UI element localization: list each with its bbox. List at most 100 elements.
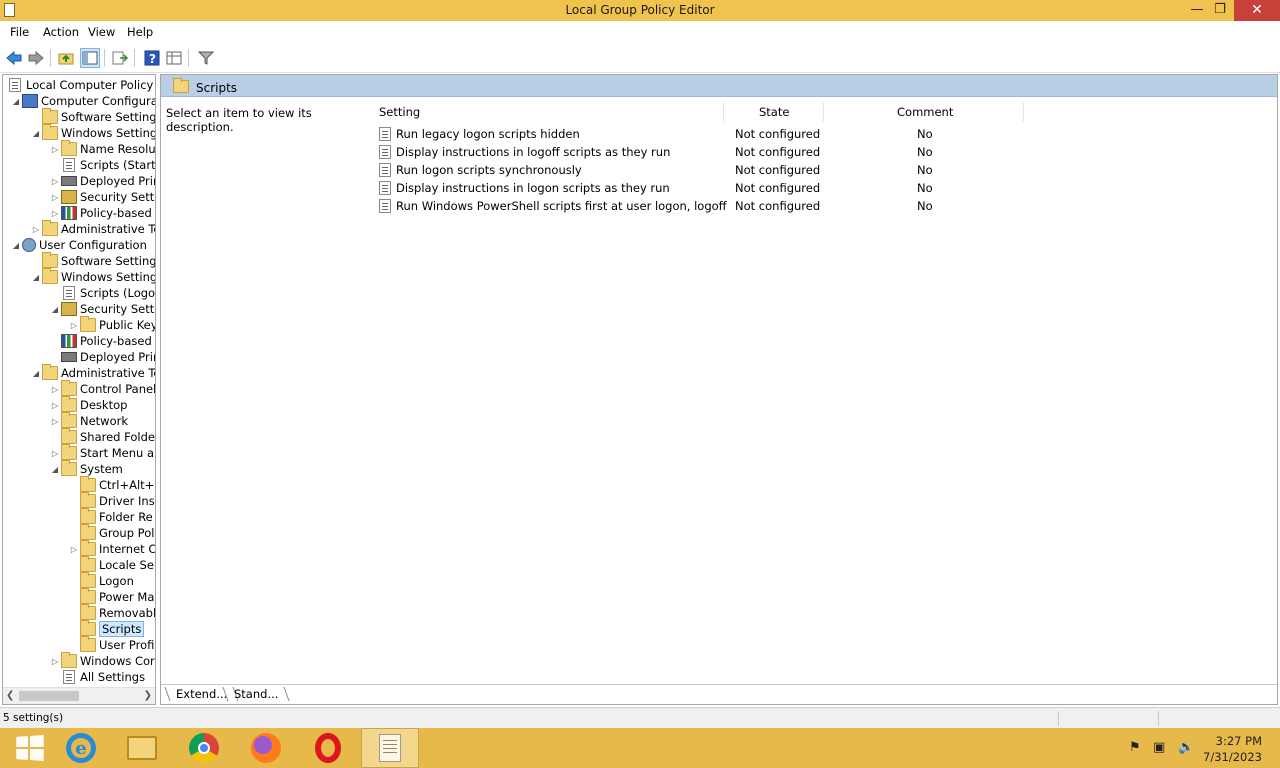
tree-item-computer-configuration[interactable]: ◢ Computer Configurat: [11, 93, 156, 109]
tree-item-deployed-printers[interactable]: Deployed Prir: [50, 349, 155, 365]
tree-item-policy-based[interactable]: Policy-based: [50, 333, 152, 349]
chrome-icon[interactable]: [175, 728, 233, 768]
tree-item-administrative-templates[interactable]: ▷ Administrative Te: [31, 220, 155, 237]
tree-item-local-computer-policy[interactable]: Local Computer Policy: [6, 77, 153, 93]
tree-item-windows-components[interactable]: ▷ Windows Cor: [50, 652, 155, 669]
tree-item-label: Computer Configurat: [41, 94, 156, 108]
menu-view[interactable]: View: [88, 25, 115, 39]
table-row[interactable]: Display instructions in logoff scripts a…: [379, 143, 959, 161]
scroll-right-icon[interactable]: ❯: [144, 690, 152, 701]
collapse-arrow-icon[interactable]: ◢: [11, 240, 21, 250]
menu-action[interactable]: Action: [43, 25, 79, 39]
tree-item-all-settings[interactable]: All Settings: [50, 669, 145, 685]
tree-item-name-resolution[interactable]: ▷ Name Resolu: [50, 140, 155, 157]
collapse-arrow-icon[interactable]: ◢: [31, 272, 41, 282]
tree-item-administrative-templates[interactable]: ◢ Administrative Te: [31, 364, 155, 381]
restore-icon[interactable]: ❐: [1205, 0, 1235, 21]
close-icon[interactable]: ✕: [1234, 0, 1280, 21]
tree-item-label: Deployed Prir: [80, 174, 156, 188]
column-header-state[interactable]: State: [759, 105, 789, 119]
tree-item-security-settings[interactable]: ▷ Security Settir: [50, 189, 155, 205]
column-header-setting[interactable]: Setting: [379, 105, 420, 119]
up-folder-icon[interactable]: [56, 48, 76, 68]
windows-start-icon[interactable]: [0, 728, 58, 768]
tree-item-deployed-printers[interactable]: ▷ Deployed Prir: [50, 173, 156, 189]
table-row[interactable]: Run Windows PowerShell scripts first at …: [379, 197, 959, 215]
tree-item-internet-communication[interactable]: ▷ Internet C: [69, 540, 155, 557]
tree-item-driver-installation[interactable]: Driver Ins: [69, 492, 155, 509]
show-hide-tree-icon[interactable]: [80, 48, 100, 68]
opera-icon[interactable]: [299, 728, 357, 768]
tree-item-scripts[interactable]: Scripts: [69, 620, 145, 637]
tree-item-public-key[interactable]: ▷ Public Key: [69, 316, 155, 333]
action-center-flag-icon[interactable]: ⚑: [1129, 740, 1141, 755]
firefox-icon[interactable]: [237, 728, 295, 768]
expand-arrow-icon[interactable]: ▷: [50, 176, 60, 186]
tree-item-locale-services[interactable]: Locale Se: [69, 556, 154, 573]
menu-file[interactable]: File: [10, 25, 29, 39]
collapse-arrow-icon[interactable]: ◢: [50, 464, 60, 474]
tree-item-scripts-startup[interactable]: Scripts (Startu: [50, 157, 155, 173]
tree-item-network[interactable]: ▷ Network: [50, 412, 128, 429]
tree-item-control-panel[interactable]: ▷ Control Panel: [50, 380, 155, 397]
tree-item-scripts-logon[interactable]: Scripts (Logor: [50, 285, 155, 301]
table-row[interactable]: Run legacy logon scripts hidden Not conf…: [379, 125, 959, 143]
system-clock[interactable]: 3:27 PM 7/31/2023: [1203, 733, 1262, 765]
tree-horizontal-scrollbar[interactable]: ❮ ❯: [3, 687, 155, 704]
tree-item-desktop[interactable]: ▷ Desktop: [50, 396, 127, 413]
collapse-arrow-icon[interactable]: ◢: [31, 368, 41, 378]
column-header-comment[interactable]: Comment: [897, 105, 953, 119]
expand-arrow-icon[interactable]: ▷: [69, 544, 79, 554]
volume-muted-icon[interactable]: 🔈: [1178, 740, 1194, 755]
tab-standard[interactable]: Stand...: [222, 687, 290, 701]
menu-help[interactable]: Help: [127, 25, 153, 39]
tree-item-policy-based[interactable]: ▷ Policy-based: [50, 205, 152, 221]
tree-item-shared-folders[interactable]: Shared Folde: [50, 428, 155, 445]
back-arrow-icon[interactable]: [4, 48, 24, 68]
extended-view-icon[interactable]: [164, 48, 184, 68]
collapse-arrow-icon[interactable]: ◢: [31, 128, 41, 138]
tree-item-security-settings[interactable]: ◢ Security Settir: [50, 301, 155, 317]
internet-explorer-icon[interactable]: e: [52, 728, 110, 768]
expand-arrow-icon[interactable]: ▷: [50, 144, 60, 154]
expand-arrow-icon[interactable]: ▷: [50, 384, 60, 394]
tree-item-windows-settings[interactable]: ◢ Windows Setting: [31, 124, 155, 141]
tree-item-start-menu[interactable]: ▷ Start Menu ar: [50, 444, 155, 461]
notepad-icon[interactable]: [361, 728, 419, 768]
expand-arrow-icon[interactable]: ▷: [31, 224, 41, 234]
tree-item-label: Folder Re: [99, 510, 153, 524]
tree-item-removable-storage[interactable]: Removabl: [69, 604, 155, 621]
tree-item-user-profiles[interactable]: User Profi: [69, 636, 154, 653]
expand-arrow-icon[interactable]: ▷: [50, 400, 60, 410]
expand-arrow-icon[interactable]: ▷: [50, 448, 60, 458]
tree-item-power-management[interactable]: Power Ma: [69, 588, 154, 605]
network-icon[interactable]: ▣: [1153, 740, 1165, 755]
collapse-arrow-icon[interactable]: ◢: [50, 304, 60, 314]
tree-item-ctrl-alt-del[interactable]: Ctrl+Alt+D: [69, 476, 155, 493]
tree-item-software-settings[interactable]: Software Settings: [31, 252, 155, 269]
collapse-arrow-icon[interactable]: ◢: [11, 96, 21, 106]
tree-item-folder-redirection[interactable]: Folder Re: [69, 508, 153, 525]
expand-arrow-icon[interactable]: ▷: [50, 416, 60, 426]
tree-item-system[interactable]: ◢ System: [50, 460, 123, 477]
forward-arrow-icon[interactable]: [26, 48, 46, 68]
tree-item-user-configuration[interactable]: ◢ User Configuration: [11, 237, 147, 253]
tree-item-group-policy[interactable]: Group Pol: [69, 524, 154, 541]
tree-item-logon[interactable]: Logon: [69, 572, 134, 589]
table-row[interactable]: Run logon scripts synchronously Not conf…: [379, 161, 959, 179]
expand-arrow-icon[interactable]: ▷: [50, 192, 60, 202]
scroll-thumb[interactable]: [19, 691, 79, 701]
table-row[interactable]: Display instructions in logon scripts as…: [379, 179, 959, 197]
file-explorer-icon[interactable]: [113, 728, 171, 768]
expand-arrow-icon[interactable]: ▷: [69, 320, 79, 330]
status-bar: 5 setting(s): [0, 707, 1280, 728]
help-icon[interactable]: ?: [142, 48, 162, 68]
scroll-left-icon[interactable]: ❮: [6, 690, 14, 701]
tree-item-software-settings[interactable]: Software Settings: [31, 108, 155, 125]
expand-arrow-icon[interactable]: ▷: [50, 208, 60, 218]
expand-arrow-icon[interactable]: ▷: [50, 656, 60, 666]
filter-icon[interactable]: [196, 48, 216, 68]
export-list-icon[interactable]: [110, 48, 130, 68]
tree-item-windows-settings[interactable]: ◢ Windows Setting: [31, 268, 155, 285]
folder-icon: [80, 620, 96, 636]
